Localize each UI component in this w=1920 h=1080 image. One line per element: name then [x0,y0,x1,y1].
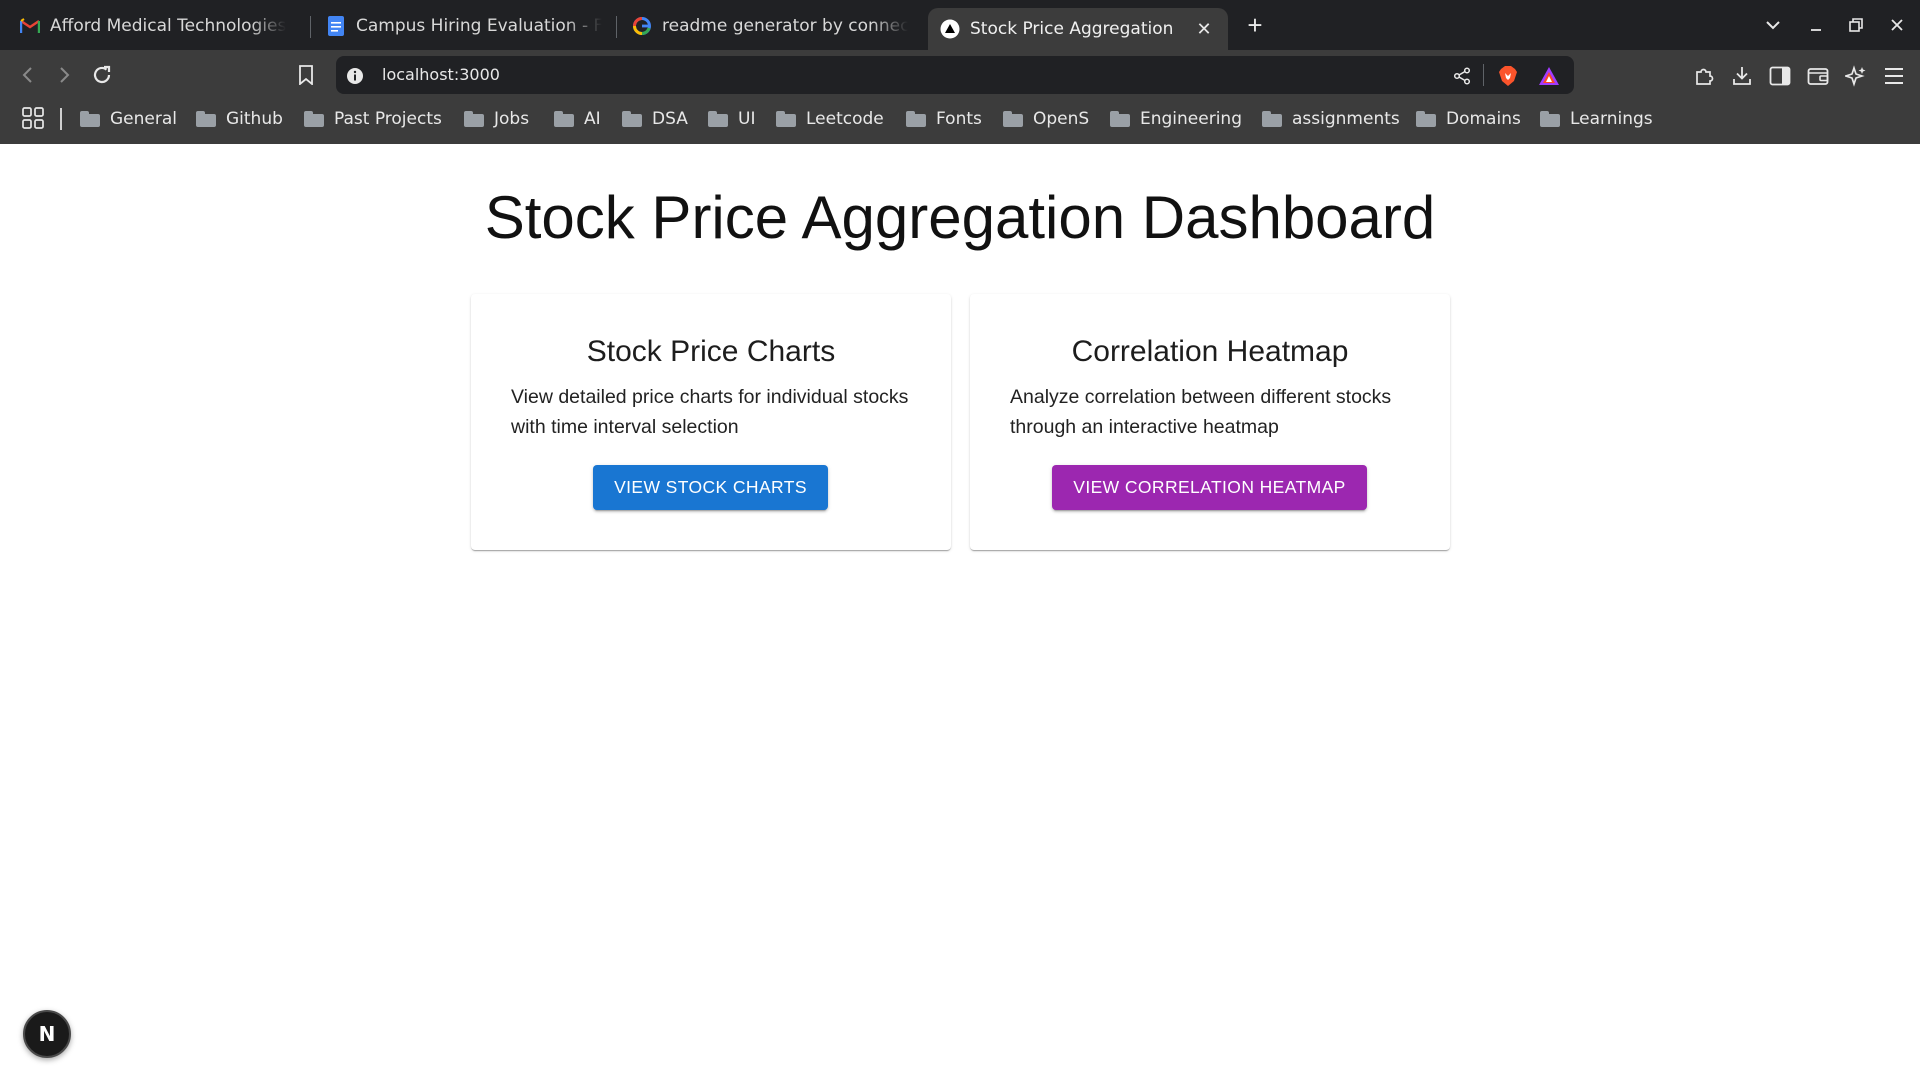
bookmark-jobs[interactable]: Jobs [464,106,529,132]
bookmark-label: Domains [1446,109,1521,129]
tab-title: Campus Hiring Evaluation - Fu [356,16,602,36]
folder-icon [1262,111,1282,127]
tab-gmail[interactable]: Afford Medical Technologies [8,8,310,44]
bookmark-fonts[interactable]: Fonts [906,106,982,132]
folder-icon [1416,111,1436,127]
folder-icon [196,111,216,127]
tab-title: readme generator by connec [662,16,908,36]
folder-icon [1540,111,1560,127]
stock-charts-card: Stock Price Charts View detailed price c… [471,294,951,550]
tab-separator [616,16,617,38]
brave-shields-icon[interactable] [1495,63,1521,89]
tab-docs[interactable]: Campus Hiring Evaluation - Fu [314,8,614,44]
folder-icon [776,111,796,127]
bookmark-label: Past Projects [334,109,442,129]
site-info-icon[interactable] [342,63,368,89]
apps-grid-icon[interactable] [22,107,44,129]
bookmark-label: DSA [652,109,688,129]
bookmark-label: OpenS [1033,109,1090,129]
folder-icon [708,111,728,127]
bookmark-icon[interactable] [290,59,322,91]
url-text[interactable]: localhost:3000 [382,64,500,86]
leo-ai-icon[interactable] [1841,61,1871,91]
forward-icon[interactable] [48,59,80,91]
bookmark-label: UI [738,109,756,129]
tab-search-chevron-icon[interactable] [1757,10,1789,40]
folder-icon [304,111,324,127]
folder-icon [554,111,574,127]
sidebar-icon[interactable] [1765,61,1795,91]
view-stock-charts-button[interactable]: VIEW STOCK CHARTS [593,465,828,510]
page-title: Stock Price Aggregation Dashboard [484,184,1436,251]
bookmark-learnings[interactable]: Learnings [1540,106,1653,132]
bookmark-label: assignments [1292,109,1400,129]
view-correlation-heatmap-button[interactable]: VIEW CORRELATION HEATMAP [1052,465,1367,510]
bookmark-label: Engineering [1140,109,1242,129]
bookmark-leetcode[interactable]: Leetcode [776,106,884,132]
folder-icon [464,111,484,127]
reload-icon[interactable] [86,59,118,91]
bookmark-label: Github [226,109,283,129]
minimize-icon[interactable] [1800,10,1832,40]
tab-stock-price-aggregation[interactable]: Stock Price Aggregation ✕ [928,8,1228,50]
card-title: Stock Price Charts [586,335,836,368]
card-title: Correlation Heatmap [1071,335,1349,368]
brave-rewards-icon[interactable] [1536,63,1562,89]
folder-icon [1110,111,1130,127]
menu-icon[interactable] [1879,61,1909,91]
extensions-icon[interactable] [1689,61,1719,91]
close-window-icon[interactable] [1881,10,1913,40]
share-icon[interactable] [1449,63,1475,89]
folder-icon [906,111,926,127]
nextjs-triangle-icon [940,19,960,39]
bookmarks-separator [60,108,62,130]
address-bar-divider [1483,64,1484,86]
bookmark-engineering[interactable]: Engineering [1110,106,1242,132]
close-tab-icon[interactable]: ✕ [1192,19,1216,40]
bookmark-label: General [110,109,177,129]
bookmark-ai[interactable]: AI [554,106,601,132]
address-bar[interactable] [336,56,1574,94]
tab-title: Afford Medical Technologies [50,16,287,36]
bookmark-github[interactable]: Github [196,106,283,132]
gmail-icon [20,16,40,36]
folder-icon [622,111,642,127]
card-description: View detailed price charts for individua… [511,386,909,438]
folder-icon [1003,111,1023,127]
bookmark-opens[interactable]: OpenS [1003,106,1089,132]
card-description: Analyze correlation between different st… [1010,386,1392,438]
bookmark-label: Fonts [936,109,982,129]
bookmark-label: AI [584,109,601,129]
wallet-icon[interactable] [1803,61,1833,91]
bookmark-ui[interactable]: UI [708,106,755,132]
correlation-heatmap-card: Correlation Heatmap Analyze correlation … [970,294,1450,550]
bookmark-past-projects[interactable]: Past Projects [304,106,442,132]
bookmark-general[interactable]: General [80,106,177,132]
tab-google[interactable]: readme generator by connec [620,8,920,44]
tab-separator [310,16,311,38]
bookmark-dsa[interactable]: DSA [622,106,688,132]
back-icon[interactable] [12,59,44,91]
browser-chrome: Afford Medical Technologies Campus Hirin… [0,0,1920,144]
bookmark-label: Learnings [1570,109,1653,129]
folder-icon [80,111,100,127]
tab-title: Stock Price Aggregation [970,19,1174,39]
nextjs-devtools-icon[interactable]: N [23,1010,71,1058]
bookmark-domains[interactable]: Domains [1416,106,1521,132]
bookmark-assignments[interactable]: assignments [1262,106,1400,132]
bookmark-label: Jobs [494,109,530,129]
download-icon[interactable] [1727,61,1757,91]
bookmark-label: Leetcode [806,109,884,129]
new-tab-button[interactable]: + [1240,10,1270,40]
restore-icon[interactable] [1840,10,1872,40]
docs-icon [326,16,346,36]
google-icon [632,16,652,36]
